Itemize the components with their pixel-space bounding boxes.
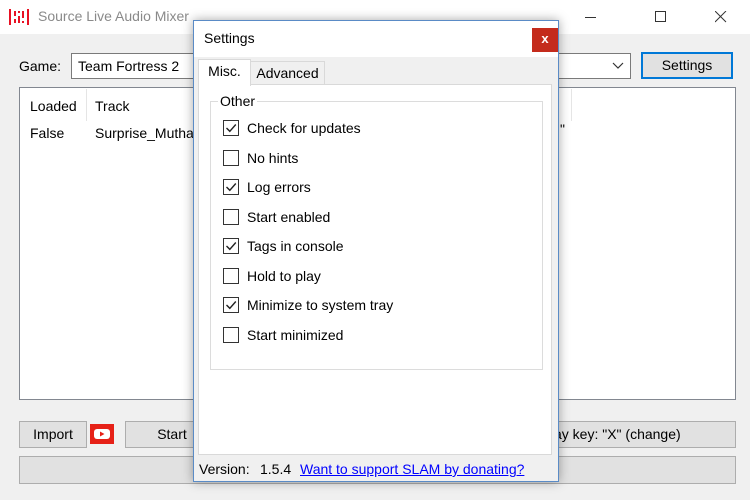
checkbox[interactable] [223,238,239,254]
chevron-down-icon [612,62,624,69]
maximize-button[interactable] [638,0,684,34]
column-header-loaded[interactable]: Loaded [30,98,77,114]
close-icon [715,11,727,23]
cell-track[interactable]: Surprise_Muthaf [95,125,198,141]
version-value: 1.5.4 [260,461,292,477]
checkmark-icon [226,301,237,310]
maximize-icon [655,11,666,22]
misc-tab-page: Other Check for updates No hints Log err… [198,84,552,455]
dialog-close-button[interactable]: x [532,28,558,52]
settings-button[interactable]: Settings [641,52,733,79]
column-header-track[interactable]: Track [95,98,129,114]
dialog-title: Settings [204,30,255,46]
checkmark-icon [226,242,237,251]
settings-dialog: Settings x Misc. Advanced Other Check fo… [193,20,559,482]
cell-trailing: " [560,121,565,137]
dialog-titlebar: Settings x [194,21,558,57]
group-title: Other [218,93,258,109]
other-group-box: Other Check for updates No hints Log err… [210,93,543,370]
checkbox[interactable] [223,120,239,136]
import-button[interactable]: Import [19,421,87,448]
cell-loaded[interactable]: False [30,125,64,141]
tab-misc[interactable]: Misc. [198,59,251,86]
donate-link[interactable]: Want to support SLAM by donating? [300,461,524,477]
checkbox[interactable] [223,150,239,166]
tab-advanced[interactable]: Advanced [251,61,325,85]
option-label: No hints [247,150,299,166]
game-label: Game: [19,58,62,74]
option-label: Minimize to system tray [247,297,394,313]
checkbox[interactable] [223,179,239,195]
checkbox[interactable] [223,297,239,313]
checkbox[interactable] [223,268,239,284]
game-select-value: Team Fortress 2 [78,58,180,74]
option-label: Tags in console [247,238,344,254]
window-close-button[interactable] [698,0,744,34]
option-label: Check for updates [247,120,361,136]
option-label: Log errors [247,179,311,195]
option-label: Start enabled [247,209,331,225]
checkbox[interactable] [223,209,239,225]
checkbox[interactable] [223,327,239,343]
relay-key-button[interactable]: ay key: "X" (change) [540,421,736,448]
column-separator [571,89,572,121]
minimize-icon [585,17,596,18]
close-icon: x [541,31,549,46]
youtube-icon[interactable] [90,424,114,444]
option-label: Start minimized [247,327,344,343]
column-separator [86,89,87,121]
app-title: Source Live Audio Mixer [38,8,189,24]
checkmark-icon [226,183,237,192]
version-label: Version: [199,461,250,477]
checkmark-icon [226,124,237,133]
option-label: Hold to play [247,268,321,284]
minimize-button[interactable] [568,0,614,34]
equalizer-app-icon [9,9,29,25]
